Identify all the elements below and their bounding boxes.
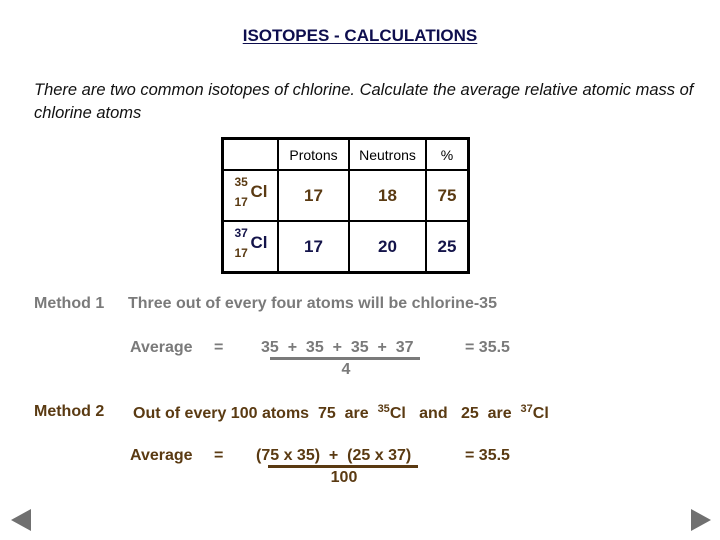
method2-average-label: Average	[130, 447, 193, 464]
intro-text: There are two common isotopes of chlorin…	[34, 81, 694, 122]
percent-cell: 25	[425, 220, 470, 274]
method2-symbol-1: Cl	[389, 405, 406, 422]
method2-equals: =	[214, 447, 224, 464]
method1-label: Method 1	[34, 295, 105, 312]
header-percent: %	[425, 137, 470, 171]
element-symbol: Cl	[250, 233, 268, 252]
element-symbol: Cl	[250, 182, 268, 201]
protons-cell: 17	[277, 220, 350, 274]
neutrons-cell: 18	[348, 169, 427, 222]
method2-text-1: Out of every 100 atoms 75 are	[133, 405, 369, 422]
nuclide-symbol: 35 17 Cl	[227, 171, 275, 215]
nuclide-symbol: 37 17 Cl	[227, 222, 275, 266]
table-row: 37 17 Cl 17 20 25	[221, 220, 470, 274]
method2-label: Method 2	[34, 403, 105, 420]
isotope-cell: 35 17 Cl	[221, 169, 279, 222]
method2-numerator: (75 x 35) + (25 x 37)	[256, 447, 412, 464]
method1-denominator: 4	[341, 361, 351, 378]
page-title: ISOTOPES - CALCULATIONS	[0, 26, 720, 46]
isotope-cell: 37 17 Cl	[221, 220, 279, 274]
neutrons-cell: 20	[348, 220, 427, 274]
atomic-number: 17	[234, 246, 248, 260]
method1-average-label: Average	[130, 339, 193, 356]
method1-equals: =	[214, 339, 224, 356]
mass-number: 37	[234, 226, 248, 240]
header-empty	[221, 137, 279, 171]
atomic-number: 17	[234, 195, 248, 209]
method2-symbol-2: Cl	[532, 405, 549, 422]
title-text: ISOTOPES - CALCULATIONS	[242, 26, 478, 45]
header-neutrons: Neutrons	[348, 137, 427, 171]
method1-numerator: 35 + 35 + 35 + 37	[261, 339, 414, 356]
table-header-row: Protons Neutrons %	[221, 137, 470, 171]
percent-cell: 75	[425, 169, 470, 222]
method2-fraction-bar	[268, 465, 418, 468]
method2-denominator: 100	[330, 469, 358, 486]
next-slide-icon[interactable]	[691, 509, 711, 531]
protons-cell: 17	[277, 169, 350, 222]
method2-sup-1: 35	[377, 403, 390, 415]
method2-sup-2: 37	[520, 403, 533, 415]
table-row: 35 17 Cl 17 18 75	[221, 169, 470, 222]
method1-result: = 35.5	[465, 339, 510, 356]
method2-description: Out of every 100 atoms 75 are 35Cl and 2…	[133, 403, 549, 423]
method2-result: = 35.5	[465, 447, 510, 464]
method1-fraction-bar	[270, 357, 420, 360]
method2-text-2: and 25 are	[419, 405, 512, 422]
previous-slide-icon[interactable]	[11, 509, 31, 531]
method1-description: Three out of every four atoms will be ch…	[128, 295, 497, 312]
isotope-table: Protons Neutrons % 35 17 Cl 17 18 75 37 …	[221, 137, 470, 274]
mass-number: 35	[234, 175, 248, 189]
header-protons: Protons	[277, 137, 350, 171]
